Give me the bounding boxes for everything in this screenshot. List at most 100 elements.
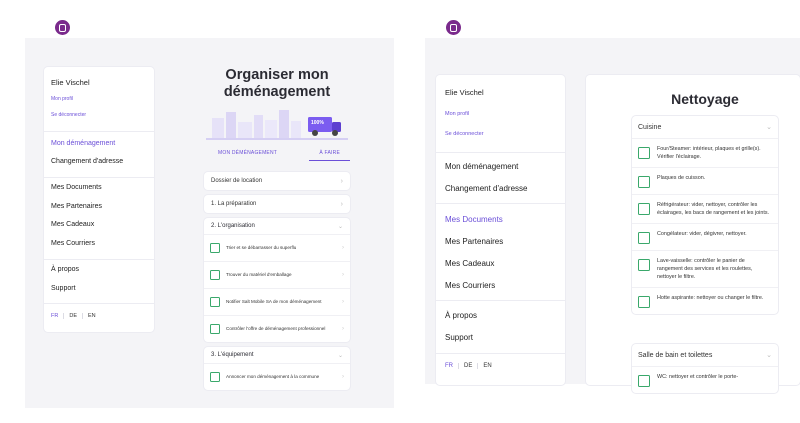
logo-icon [55,20,70,35]
user-name: Elie Vischel [51,78,90,87]
sidebar-item-a-propos[interactable]: À propos [445,311,477,320]
profile-link[interactable]: Mon profil [445,111,469,117]
logout-link[interactable]: Se déconnecter [445,131,484,137]
task-checkbox[interactable] [638,203,650,215]
sidebar-item-support[interactable]: Support [445,333,473,342]
lang-fr[interactable]: FR [51,313,63,319]
task-checkbox[interactable] [210,372,220,382]
row-label: 1. La préparation [211,201,257,207]
row-preparation[interactable]: 1. La préparation › [204,195,350,213]
chevron-down-icon: ⌄ [337,223,343,230]
sidebar-item-mon-demenagement[interactable]: Mon déménagement [51,140,115,147]
task-checkbox[interactable] [638,147,650,159]
logo-icon [446,20,461,35]
language-switcher: FR DE EN [445,363,497,369]
task-item: Lave-vaisselle: contrôler le panier de r… [632,250,778,287]
task-item: Congélateur: vider, dégivrer, nettoyer. [632,223,778,250]
divider [44,303,154,304]
user-name: Elie Vischel [445,88,484,97]
logout-link[interactable]: Se déconnecter [51,112,86,118]
task-label: Plaques de cuisson. [657,175,706,181]
mobile-sidebar: Elie Vischel Mon profil Se déconnecter M… [44,67,154,332]
sidebar-item-changement-adresse[interactable]: Changement d'adresse [445,184,527,193]
sidebar-item-partenaires[interactable]: Mes Partenaires [51,203,102,210]
sidebar-item-documents[interactable]: Mes Documents [51,184,102,191]
task-label: Trouver du matériel d'emballage [226,271,292,277]
group-organisation: 2. L'organisation ⌄ Trier et se débarras… [204,218,350,342]
profile-link[interactable]: Mon profil [51,96,73,102]
group-header[interactable]: 2. L'organisation ⌄ [204,218,350,234]
chevron-right-icon: › [340,177,343,185]
section-header[interactable]: Salle de bain et toilettes ⌄ [632,344,778,366]
task-item: Notifier Salt Mobile SA de mon déménagem… [204,288,350,315]
group-title: 3. L'équipement [211,352,254,358]
group-equipement: 3. L'équipement ⌄ Annoncer mon déménagem… [204,347,350,390]
task-label: Lave-vaisselle: contrôler le panier de r… [657,258,753,280]
task-item: Contrôler l'offre de déménagement profes… [204,315,350,342]
chevron-right-icon[interactable]: › [342,299,344,305]
truck-badge: 100% [311,120,324,126]
sidebar-item-changement-adresse[interactable]: Changement d'adresse [51,158,123,165]
sidebar-item-documents[interactable]: Mes Documents [445,215,503,224]
task-checkbox[interactable] [638,296,650,308]
moving-illustration: 100% [204,106,350,140]
chevron-right-icon: › [340,200,343,208]
task-checkbox[interactable] [638,259,650,271]
task-item: Annoncer mon déménagement à la commune › [204,363,350,390]
lang-fr[interactable]: FR [445,363,458,369]
chevron-right-icon[interactable]: › [342,326,344,332]
section-cuisine: Cuisine ⌄ Four/Steamer: intérieur, plaqu… [632,116,778,314]
divider [44,177,154,178]
tab-mon-demenagement[interactable]: MON DÉMÉNAGEMENT [204,146,277,161]
tab-a-faire[interactable]: À FAIRE [309,146,350,161]
section-header[interactable]: Cuisine ⌄ [632,116,778,138]
task-checkbox[interactable] [638,176,650,188]
sidebar-item-cadeaux[interactable]: Mes Cadeaux [445,259,494,268]
task-checkbox[interactable] [210,270,220,280]
task-label: Four/Steamer: intérieur, plaques et gril… [657,146,761,160]
task-checkbox[interactable] [638,232,650,244]
divider [436,203,565,204]
sidebar-item-support[interactable]: Support [51,285,76,292]
tablet-main: Nettoyage Cuisine ⌄ Four/Steamer: intéri… [586,75,800,393]
chevron-right-icon[interactable]: › [342,374,344,380]
task-label: Congélateur: vider, dégivrer, nettoyer. [657,231,747,237]
task-item: Four/Steamer: intérieur, plaques et gril… [632,138,778,167]
divider [44,131,154,132]
sidebar-item-partenaires[interactable]: Mes Partenaires [445,237,503,246]
task-checkbox[interactable] [210,243,220,253]
task-label: Contrôler l'offre de déménagement profes… [226,325,326,331]
row-label: Dossier de location [211,178,263,184]
group-header[interactable]: 3. L'équipement ⌄ [204,347,350,363]
page-title: Organiser mon déménagement [223,67,331,100]
sidebar-item-mon-demenagement[interactable]: Mon déménagement [445,162,518,171]
tab-bar: MON DÉMÉNAGEMENT À FAIRE [204,146,350,161]
chevron-down-icon: ⌄ [766,352,772,359]
row-dossier-location[interactable]: Dossier de location › [204,172,350,190]
section-title: Salle de bain et toilettes [638,351,713,359]
task-checkbox[interactable] [210,297,220,307]
divider [436,152,565,153]
sidebar-item-a-propos[interactable]: À propos [51,266,79,273]
mobile-main: Organiser mon déménagement 100% MON DÉMÉ… [204,67,350,390]
chevron-right-icon[interactable]: › [342,245,344,251]
task-checkbox[interactable] [210,324,220,334]
sidebar-item-cadeaux[interactable]: Mes Cadeaux [51,221,94,228]
lang-en[interactable]: EN [477,363,496,369]
divider [436,300,565,301]
section-title: Cuisine [638,123,662,131]
sidebar-item-courriers[interactable]: Mes Courriers [445,281,495,290]
lang-de[interactable]: DE [63,313,82,319]
task-label: Réfrigérateur: vider, nettoyer, contrôle… [657,202,770,216]
tablet-sidebar: Elie Vischel Mon profil Se déconnecter M… [436,75,565,385]
page-title: Nettoyage [671,91,739,107]
lang-de[interactable]: DE [458,363,477,369]
sidebar-item-courriers[interactable]: Mes Courriers [51,240,95,247]
task-label: Hotte aspirante: nettoyer ou changer le … [657,295,764,301]
lang-en[interactable]: EN [81,313,101,319]
task-checkbox[interactable] [638,375,650,387]
chevron-right-icon[interactable]: › [342,272,344,278]
task-label: WC: nettoyer et contrôler le porte- [657,374,739,380]
task-item: Trouver du matériel d'emballage › [204,261,350,288]
divider [436,353,565,354]
